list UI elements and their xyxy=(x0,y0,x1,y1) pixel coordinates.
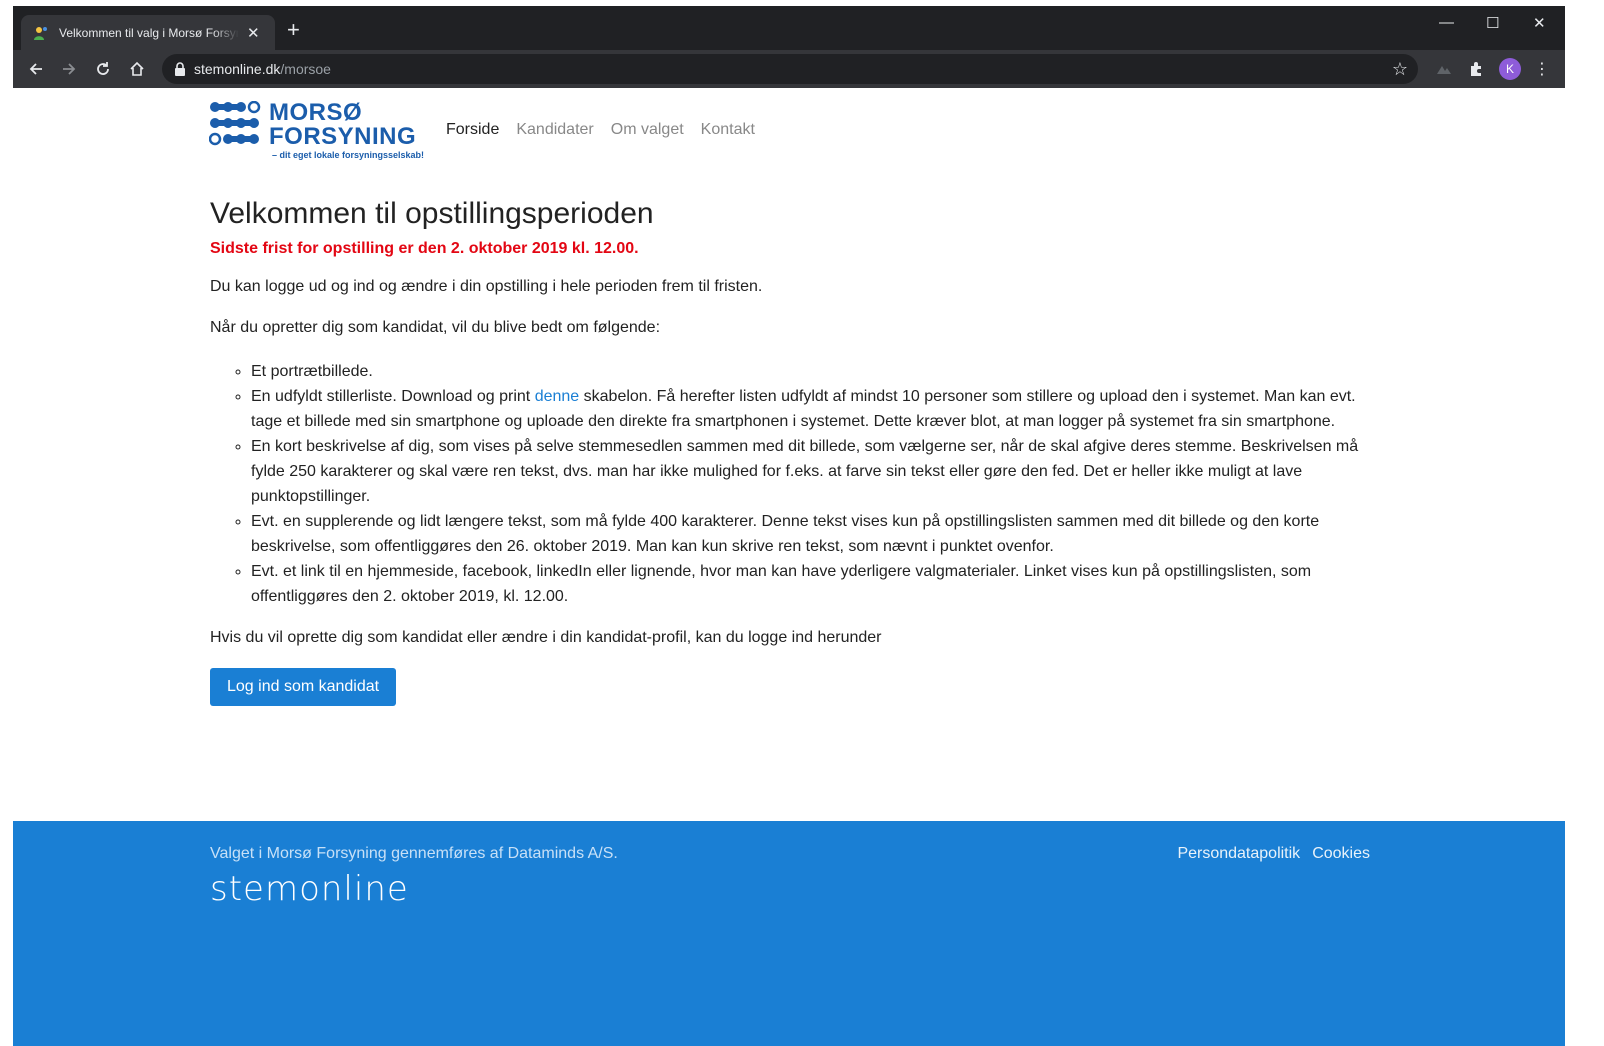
url-text: stemonline.dk/morsoe xyxy=(194,61,331,77)
nav-item-kontakt[interactable]: Kontakt xyxy=(701,121,755,139)
menu-kebab-icon[interactable]: ⋮ xyxy=(1529,56,1555,82)
minimize-icon[interactable]: — xyxy=(1439,14,1454,31)
intro-paragraph: Du kan logge ud og ind og ændre i din op… xyxy=(210,278,763,295)
profile-avatar[interactable]: K xyxy=(1499,58,1521,80)
tab-close-icon[interactable]: ✕ xyxy=(247,24,260,42)
page-content: MORSØ FORSYNING – dit eget lokale forsyn… xyxy=(13,88,1565,1046)
nav-item-kandidater[interactable]: Kandidater xyxy=(516,121,593,139)
close-window-icon[interactable]: ✕ xyxy=(1533,14,1546,32)
nav-item-forside[interactable]: Forside xyxy=(446,121,499,139)
nav-item-om-valget[interactable]: Om valget xyxy=(611,121,684,139)
template-download-link[interactable]: denne xyxy=(535,388,580,405)
maximize-icon[interactable]: ☐ xyxy=(1486,14,1499,32)
address-bar[interactable]: stemonline.dk/morsoe ☆ xyxy=(162,54,1418,84)
star-icon[interactable]: ☆ xyxy=(1392,59,1408,80)
deadline-notice: Sidste frist for opstilling er den 2. ok… xyxy=(210,240,639,257)
extensions-puzzle-icon[interactable] xyxy=(1463,56,1489,82)
lock-icon xyxy=(174,62,186,76)
title-bar: Velkommen til valg i Morsø Forsyning ✕ +… xyxy=(13,6,1565,50)
footer-link-persondatapolitik[interactable]: Persondatapolitik xyxy=(1177,845,1300,863)
footer-link-cookies[interactable]: Cookies xyxy=(1312,845,1370,863)
back-icon[interactable] xyxy=(23,56,49,82)
footer-brand-logo: stemonline xyxy=(210,869,409,909)
site-header: MORSØ FORSYNING – dit eget lokale forsyn… xyxy=(209,97,1369,163)
site-logo[interactable]: MORSØ FORSYNING – dit eget lokale forsyn… xyxy=(209,97,424,163)
login-candidate-button[interactable]: Log ind som kandidat xyxy=(210,668,397,707)
extension-mountain-icon[interactable] xyxy=(1431,56,1457,82)
site-footer: Valget i Morsø Forsyning gennemføres af … xyxy=(13,821,1565,1046)
list-intro-paragraph: Når du opretter dig som kandidat, vil du… xyxy=(210,319,661,337)
main-nav: Forside Kandidater Om valget Kontakt xyxy=(446,121,772,139)
browser-tab[interactable]: Velkommen til valg i Morsø Forsyning ✕ xyxy=(21,15,275,50)
logo-tagline: – dit eget lokale forsyningsselskab! xyxy=(272,150,425,160)
login-paragraph: Hvis du vil oprette dig som kandidat ell… xyxy=(210,628,882,646)
logo-dots-icon xyxy=(209,101,261,146)
main-content: Velkommen til opstillingsperioden Sidste… xyxy=(210,196,1380,707)
new-tab-icon[interactable]: + xyxy=(287,19,300,41)
list-item: En udfyldt stillerliste. Download og pri… xyxy=(251,384,1380,434)
page-title: Velkommen til opstillingsperioden xyxy=(210,197,654,230)
footer-text: Valget i Morsø Forsyning gennemføres af … xyxy=(210,845,618,862)
browser-toolbar: stemonline.dk/morsoe ☆ K ⋮ xyxy=(13,50,1565,88)
list-item: Evt. en supplerende og lidt længere teks… xyxy=(251,509,1380,559)
tab-title: Velkommen til valg i Morsø Forsyning xyxy=(59,25,239,40)
requirements-list: Et portrætbillede. En udfyldt stillerlis… xyxy=(210,359,1380,609)
browser-window: Velkommen til valg i Morsø Forsyning ✕ +… xyxy=(13,6,1565,1046)
forward-icon[interactable] xyxy=(56,56,82,82)
logo-line2: FORSYNING xyxy=(269,123,417,150)
home-icon[interactable] xyxy=(124,56,150,82)
list-item: Evt. et link til en hjemmeside, facebook… xyxy=(251,559,1380,609)
list-item: En kort beskrivelse af dig, som vises på… xyxy=(251,434,1380,509)
reload-icon[interactable] xyxy=(90,56,116,82)
footer-links: Persondatapolitik Cookies xyxy=(1165,845,1370,863)
list-item: Et portrætbillede. xyxy=(251,359,1380,384)
favicon-icon xyxy=(33,25,49,41)
